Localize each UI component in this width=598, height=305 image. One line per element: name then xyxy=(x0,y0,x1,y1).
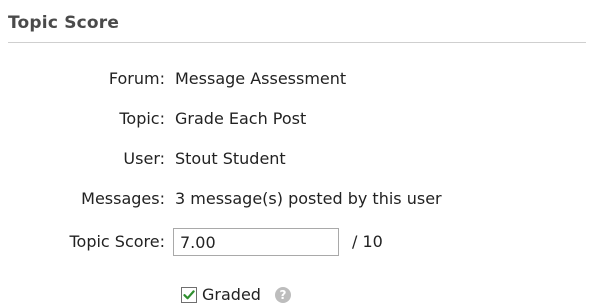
help-icon[interactable]: ? xyxy=(275,287,291,303)
graded-label: Graded xyxy=(202,285,261,304)
user-row: User: Stout Student xyxy=(0,146,598,172)
topic-value: Grade Each Post xyxy=(175,109,307,128)
topic-row: Topic: Grade Each Post xyxy=(0,106,598,132)
forum-label: Forum: xyxy=(108,69,165,88)
messages-value: 3 message(s) posted by this user xyxy=(175,189,442,208)
topic-label: Topic: xyxy=(119,109,165,128)
forum-row: Forum: Message Assessment xyxy=(0,66,598,92)
topic-score-input[interactable] xyxy=(173,228,339,256)
score-label: Topic Score: xyxy=(69,232,165,251)
score-max: / 10 xyxy=(352,232,383,251)
user-value: Stout Student xyxy=(175,149,286,168)
section-header: Topic Score xyxy=(8,8,586,43)
graded-checkbox[interactable] xyxy=(181,287,197,303)
checkmark-icon xyxy=(183,290,195,300)
messages-row: Messages: 3 message(s) posted by this us… xyxy=(0,186,598,212)
section-title: Topic Score xyxy=(8,13,120,33)
score-row: Topic Score: / 10 xyxy=(0,228,598,256)
forum-value: Message Assessment xyxy=(175,69,347,88)
messages-label: Messages: xyxy=(81,189,165,208)
user-label: User: xyxy=(123,149,165,168)
